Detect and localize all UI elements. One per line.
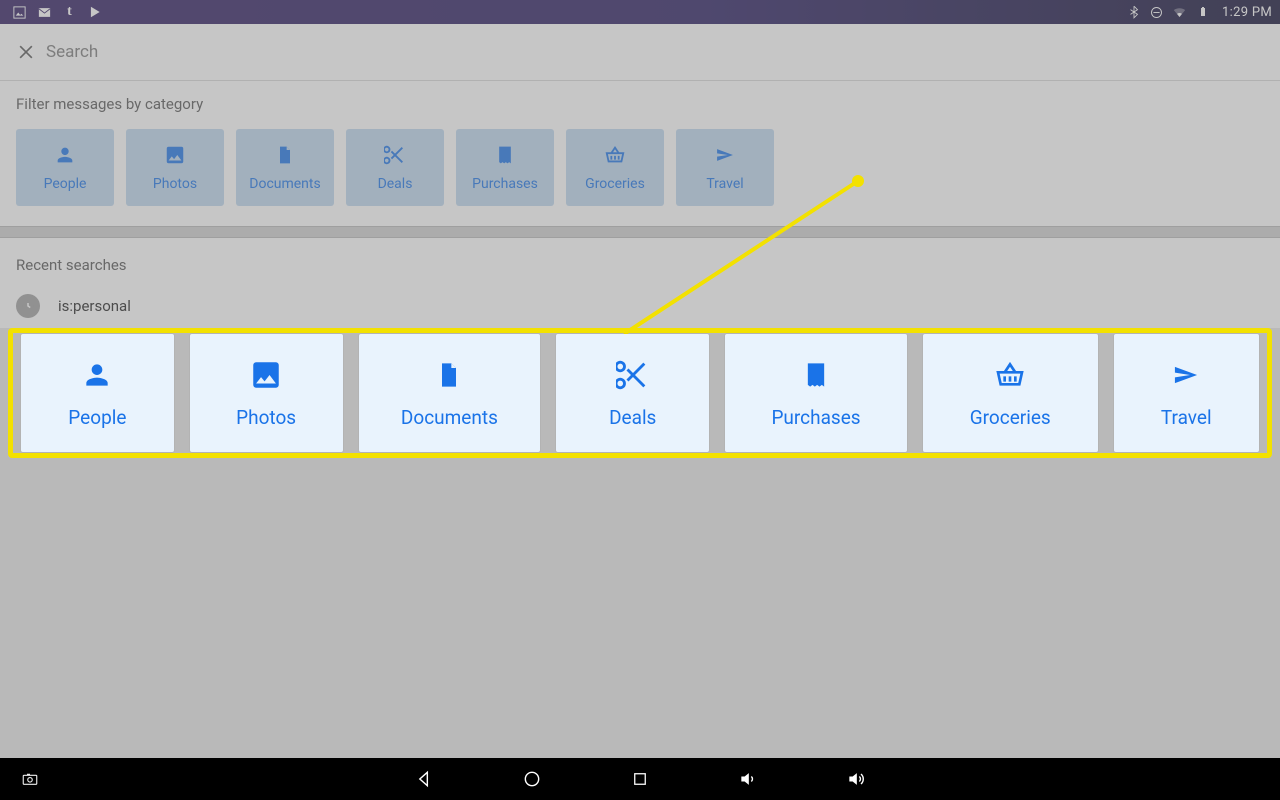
popup-card-photos[interactable]: Photos — [190, 334, 343, 452]
basket-icon — [993, 358, 1027, 392]
filter-title: Filter messages by category — [16, 95, 1264, 113]
mail-icon — [37, 5, 52, 20]
tumblr-icon: t — [62, 5, 77, 20]
card-label: Purchases — [771, 406, 860, 429]
image-icon — [12, 5, 27, 20]
nav-home-button[interactable] — [521, 768, 543, 790]
receipt-icon — [494, 144, 516, 166]
nav-back-button[interactable] — [413, 768, 435, 790]
recent-text: is:personal — [58, 297, 131, 315]
search-input[interactable]: Search — [46, 42, 98, 62]
battery-icon — [1195, 5, 1210, 20]
filter-chip-groceries[interactable]: Groceries — [566, 129, 664, 206]
section-divider — [0, 226, 1280, 238]
filter-chip-people[interactable]: People — [16, 129, 114, 206]
chip-label: Travel — [706, 176, 743, 192]
filter-chip-purchases[interactable]: Purchases — [456, 129, 554, 206]
filter-chip-travel[interactable]: Travel — [676, 129, 774, 206]
popup-card-deals[interactable]: Deals — [556, 334, 709, 452]
popup-card-people[interactable]: People — [21, 334, 174, 452]
close-icon[interactable] — [12, 38, 40, 66]
card-label: Travel — [1161, 406, 1212, 429]
plane-icon — [714, 144, 736, 166]
basket-icon — [604, 144, 626, 166]
chip-label: Photos — [153, 176, 197, 192]
person-icon — [54, 144, 76, 166]
wifi-icon — [1172, 5, 1187, 20]
plane-icon — [1169, 358, 1203, 392]
receipt-icon — [799, 358, 833, 392]
nav-recents-button[interactable] — [629, 768, 651, 790]
chip-label: People — [44, 176, 87, 192]
annotation-popup: People Photos Documents Deals Purchases … — [8, 328, 1272, 458]
screenshot-icon[interactable] — [19, 768, 41, 790]
popup-card-documents[interactable]: Documents — [359, 334, 541, 452]
filter-chip-row: People Photos Documents Deals Purchases … — [16, 129, 1264, 206]
photo-icon — [164, 144, 186, 166]
card-label: Groceries — [970, 406, 1051, 429]
search-bar[interactable]: Search — [0, 24, 1280, 81]
popup-card-travel[interactable]: Travel — [1114, 334, 1259, 452]
card-label: People — [68, 406, 126, 429]
android-nav-bar — [0, 758, 1280, 800]
chip-label: Purchases — [472, 176, 538, 192]
nav-volume-up-button[interactable] — [845, 768, 867, 790]
scissors-icon — [384, 144, 406, 166]
document-icon — [432, 358, 466, 392]
clock-icon — [16, 294, 40, 318]
filter-chip-documents[interactable]: Documents — [236, 129, 334, 206]
nav-volume-down-button[interactable] — [737, 768, 759, 790]
chip-label: Groceries — [585, 176, 645, 192]
person-icon — [80, 358, 114, 392]
popup-card-groceries[interactable]: Groceries — [923, 334, 1098, 452]
android-status-bar: t 1:29 PM — [0, 0, 1280, 24]
bluetooth-icon — [1126, 5, 1141, 20]
recent-row[interactable]: is:personal — [16, 294, 1264, 318]
chip-label: Documents — [249, 176, 320, 192]
recent-title: Recent searches — [16, 256, 1264, 274]
filter-chip-deals[interactable]: Deals — [346, 129, 444, 206]
chip-label: Deals — [378, 176, 413, 192]
popup-card-purchases[interactable]: Purchases — [725, 334, 907, 452]
play-icon — [87, 5, 102, 20]
status-clock: 1:29 PM — [1222, 5, 1272, 20]
card-label: Documents — [401, 406, 498, 429]
document-icon — [274, 144, 296, 166]
photo-icon — [249, 358, 283, 392]
scissors-icon — [616, 358, 650, 392]
card-label: Photos — [236, 406, 296, 429]
do-not-disturb-icon — [1149, 5, 1164, 20]
filter-chip-photos[interactable]: Photos — [126, 129, 224, 206]
card-label: Deals — [609, 406, 656, 429]
